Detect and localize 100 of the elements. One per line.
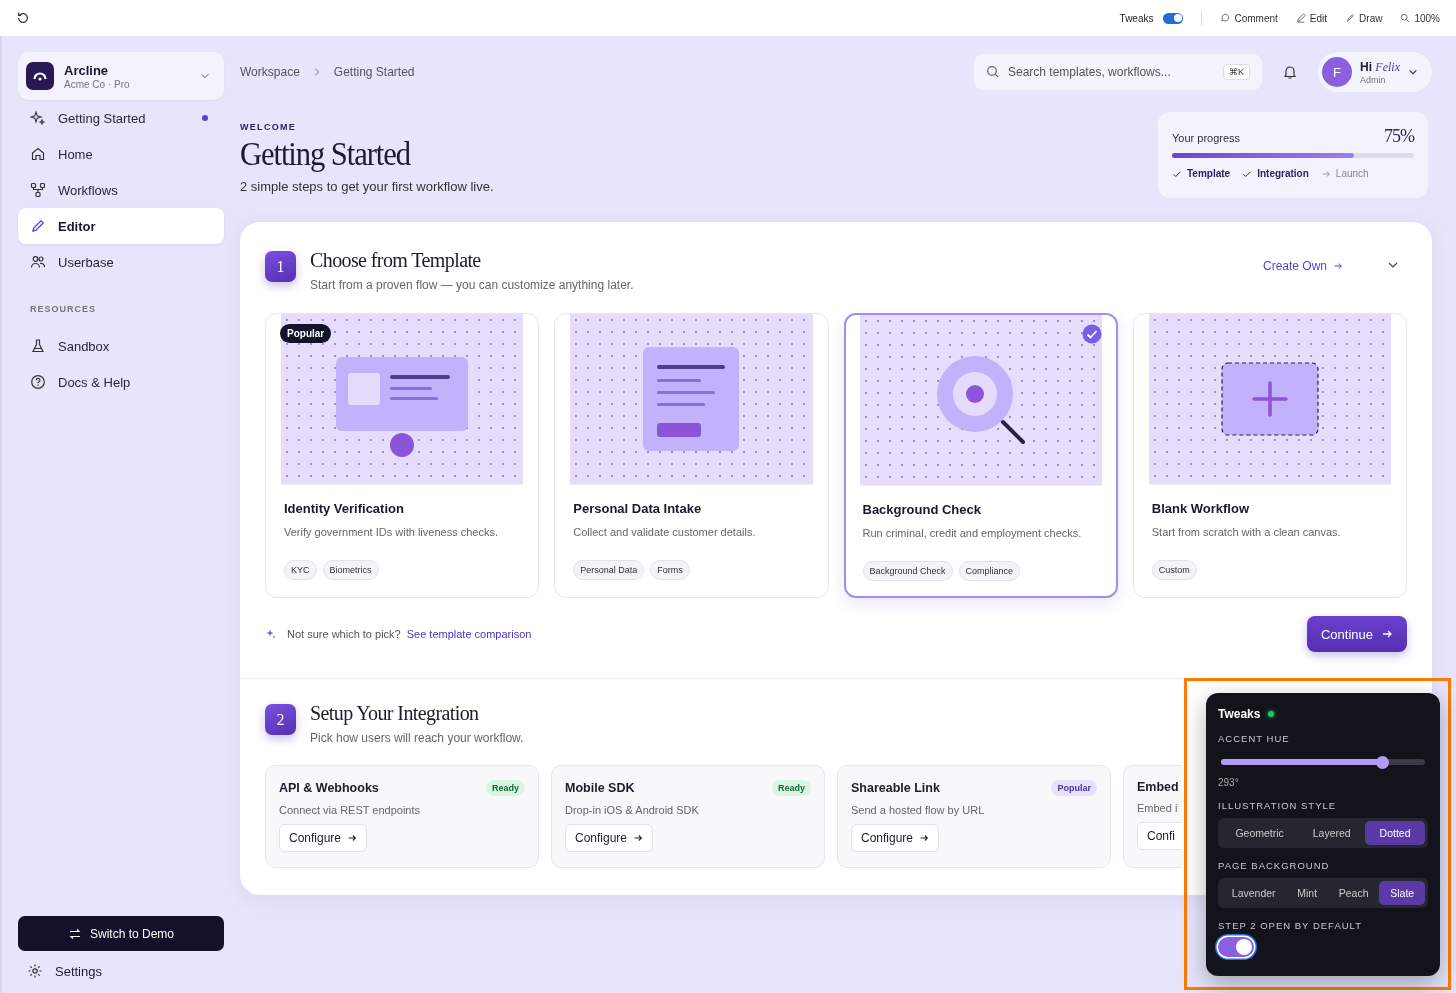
template-card[interactable]: Background Check Run criminal, credit and employment checks. Background Check Compliance (843, 313, 1118, 598)
pen-icon (1295, 13, 1306, 23)
toolbar-button[interactable]: Comment (1220, 12, 1278, 24)
popular-badge: Popular (280, 324, 332, 343)
progress-percent: 75% (1384, 126, 1414, 147)
configure-button[interactable]: Configure (851, 824, 940, 852)
segment-option[interactable]: Slate (1379, 881, 1425, 905)
integration-title: Shareable Link (851, 781, 940, 795)
panel-title: Tweaks (1218, 707, 1261, 721)
breadcrumb-link[interactable]: Workspace (240, 65, 300, 79)
integration-title: Mobile SDK (565, 781, 635, 795)
hint-text: Not sure which to pick? (287, 628, 401, 640)
tag: KYC (284, 560, 317, 580)
arrow-right-icon (1333, 261, 1343, 271)
chevron-down-icon (200, 71, 210, 81)
status-dot (1268, 711, 1275, 717)
arrow-right-icon (1320, 168, 1331, 179)
step-2-open-toggle[interactable] (1218, 937, 1254, 957)
flask-icon (30, 338, 46, 354)
section-label: RESOURCES (30, 304, 97, 314)
sidebar-item[interactable]: Workflows (18, 172, 224, 208)
tweaks-label: Tweaks (1119, 12, 1154, 24)
sidebar-item[interactable]: Getting Started (18, 100, 224, 136)
template-title: Personal Data Intake (573, 501, 702, 516)
toolbar-button[interactable]: 100% (1400, 12, 1440, 24)
template-comparison-link[interactable]: See template comparison (406, 628, 532, 640)
progress-step: Launch (1320, 168, 1369, 179)
user-menu[interactable]: F Hi Felix Admin (1318, 52, 1432, 92)
setting-label: ACCENT HUE (1218, 733, 1291, 744)
sidebar-item[interactable]: Editor (18, 208, 224, 244)
create-own-link[interactable]: Create Own (1262, 259, 1343, 273)
progress-step: Template (1172, 168, 1231, 179)
step-title: Choose from Template (310, 249, 482, 272)
user-role: Admin (1360, 74, 1387, 85)
arc-logo-icon (26, 62, 54, 90)
pencil-icon (1345, 13, 1356, 23)
continue-button[interactable]: Continue (1306, 616, 1407, 652)
step-subtitle: Start from a proven flow — you can customize anything later. (310, 278, 634, 292)
chevron-down-icon (1408, 67, 1418, 77)
tweaks-toggle[interactable] (1163, 12, 1184, 24)
progress-label: Your progress (1172, 132, 1241, 144)
magnifier-icon (1400, 13, 1411, 23)
users-icon (30, 254, 46, 270)
brand-subtitle: Acme Co · Pro (64, 78, 131, 90)
integration-title: API & Webhooks (279, 781, 379, 795)
breadcrumb-link[interactable]: Getting Started (333, 65, 415, 79)
setting-label: PAGE BACKGROUND (1218, 860, 1331, 871)
segment-option[interactable]: Layered (1298, 821, 1366, 845)
template-title: Identity Verification (284, 501, 404, 516)
segment-option[interactable]: Lavender (1221, 881, 1287, 905)
template-title: Blank Workflow (1151, 501, 1250, 516)
selected-check-icon (1081, 324, 1102, 344)
template-description: Run criminal, credit and employment checks. (862, 526, 1083, 541)
page-title: Getting Started (240, 135, 412, 173)
template-card[interactable]: Personal Data Intake Collect and validate customer details. Personal Data Forms (554, 313, 829, 598)
sidebar-item[interactable]: Userbase (18, 244, 224, 280)
configure-button[interactable]: Confi (1137, 822, 1182, 850)
tag: Compliance (958, 561, 1021, 581)
segment-option[interactable]: Dotted (1365, 821, 1425, 845)
configure-button[interactable]: Configure (565, 824, 654, 852)
swap-arrows-icon (68, 926, 82, 941)
switch-to-demo-button[interactable]: Switch to Demo (18, 916, 224, 951)
sidebar-item[interactable]: Home (18, 136, 224, 172)
toolbar-button[interactable]: Edit (1295, 12, 1328, 24)
tag: Custom (1151, 560, 1197, 580)
arrow-right-icon (1381, 628, 1393, 640)
sidebar-item[interactable]: Sandbox (18, 328, 224, 364)
segment-option[interactable]: Geometric (1221, 821, 1299, 845)
integration-description: Connect via REST endpoints (279, 804, 421, 816)
tag: Forms (650, 560, 690, 580)
refresh-icon[interactable] (16, 11, 30, 25)
page-subtitle: 2 simple steps to get your first workflow live. (240, 179, 494, 194)
toolbar-button[interactable]: Draw (1345, 12, 1383, 24)
step-subtitle: Pick how users will reach your workflow. (310, 731, 524, 745)
tag: Biometrics (322, 560, 379, 580)
settings-icon (27, 963, 43, 979)
pencil-icon (30, 218, 46, 234)
settings-link[interactable]: Settings (27, 963, 224, 979)
hue-reading: 293° (1218, 777, 1240, 788)
segment-option[interactable]: Peach (1327, 881, 1380, 905)
sidebar-item[interactable]: Docs & Help (18, 364, 224, 400)
step-number: 2 (265, 704, 296, 735)
search-icon (986, 65, 1000, 79)
bell-icon[interactable] (1282, 64, 1298, 80)
slider-handle[interactable] (1375, 755, 1389, 769)
arrow-right-icon (347, 833, 358, 843)
brand-name: Arcline (64, 62, 110, 78)
template-card[interactable]: Popular Identity Verification Verify government IDs with liveness checks. KYC Biometrics (265, 313, 540, 598)
avatar: F (1322, 57, 1352, 87)
configure-button[interactable]: Configure (279, 824, 368, 852)
arrow-right-icon (633, 833, 644, 843)
step-title: Setup Your Integration (310, 702, 480, 725)
help-icon (30, 374, 46, 390)
user-greeting: Hi Felix (1360, 59, 1400, 75)
step-number: 1 (265, 251, 296, 282)
workspace-switcher[interactable]: Arcline Acme Co · Pro (18, 52, 224, 100)
segment-option[interactable]: Mint (1286, 881, 1328, 905)
template-card[interactable]: Blank Workflow Start from scratch with a clean canvas. Custom (1132, 313, 1407, 598)
tag: Background Check (862, 561, 953, 581)
shortcut-hint: ⌘K (1223, 64, 1250, 80)
